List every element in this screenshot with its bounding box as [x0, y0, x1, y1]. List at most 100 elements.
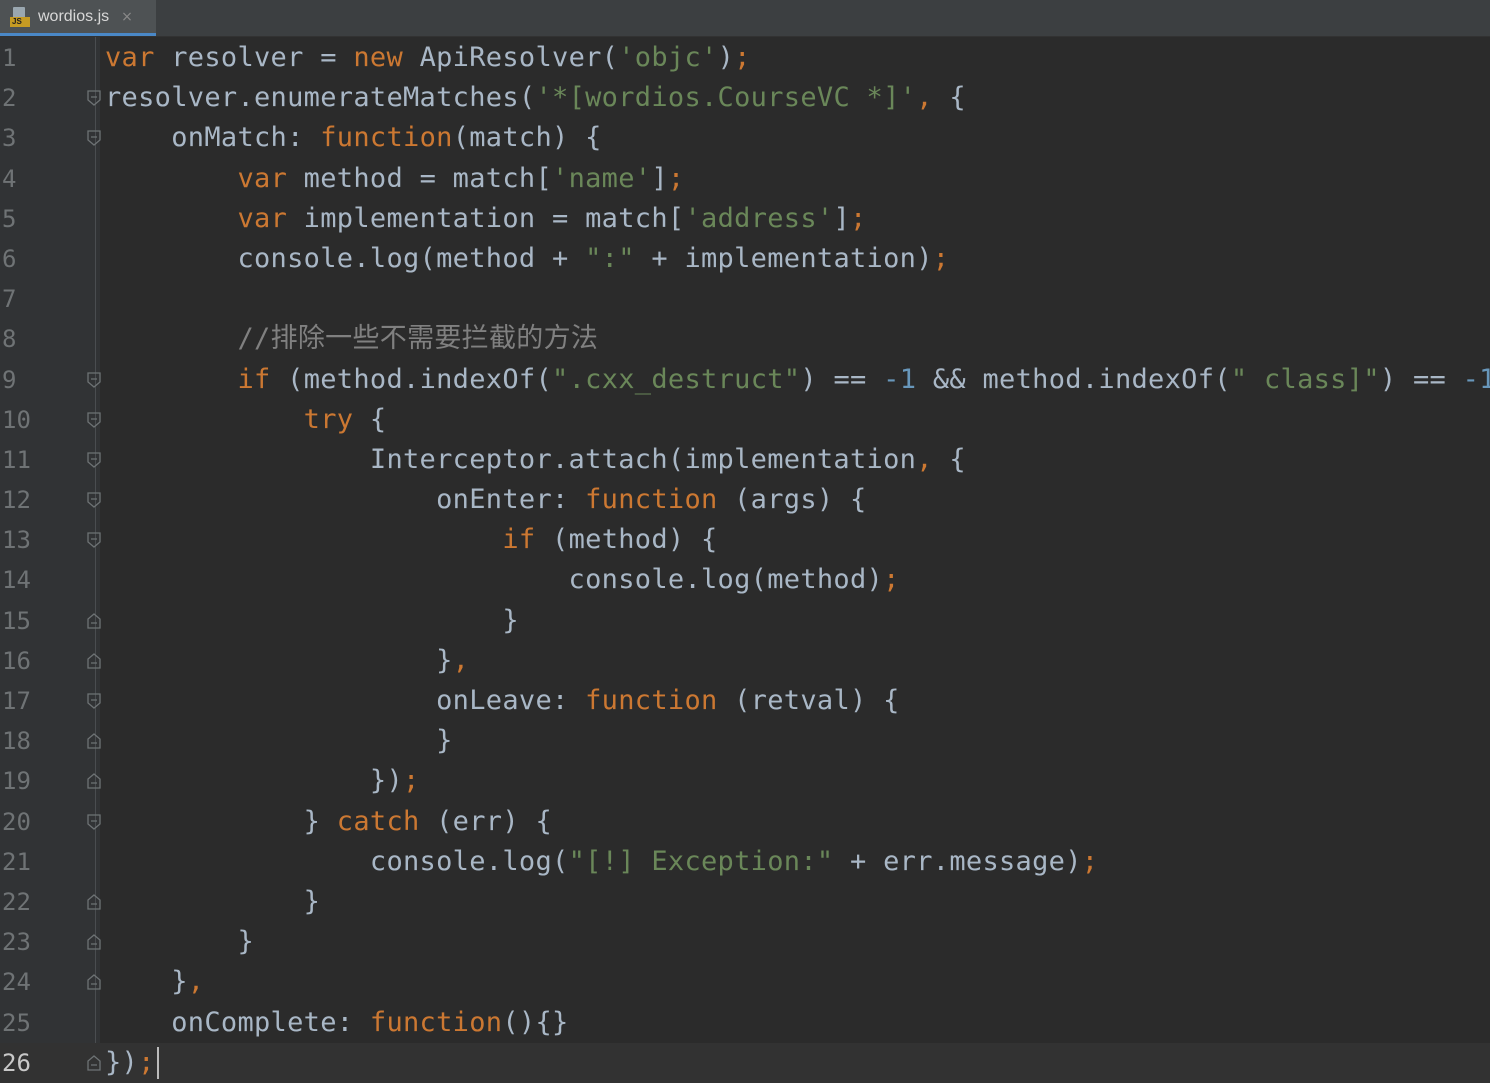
code-line[interactable]: 23 }: [0, 922, 1490, 962]
code-line[interactable]: 22 }: [0, 882, 1490, 922]
code-token: (match) {: [452, 122, 602, 154]
code-text: //排除一些不需要拦截的方法: [105, 319, 598, 359]
js-badge: JS: [10, 16, 30, 27]
editor-tab-bar: JS wordios.js ×: [0, 0, 1490, 37]
code-text: onEnter: function (args) {: [105, 480, 867, 520]
code-text: console.log(method);: [105, 560, 900, 600]
code-line[interactable]: 6 console.log(method + ":" + implementat…: [0, 239, 1490, 279]
code-line[interactable]: 5 var implementation = match['address'];: [0, 199, 1490, 239]
code-line[interactable]: 11 Interceptor.attach(implementation, {: [0, 440, 1490, 480]
code-line[interactable]: 17 onLeave: function (retval) {: [0, 681, 1490, 721]
code-line[interactable]: 8 //排除一些不需要拦截的方法: [0, 319, 1490, 359]
code-line[interactable]: 10 try {: [0, 400, 1490, 440]
code-line[interactable]: 20 } catch (err) {: [0, 802, 1490, 842]
fold-close-icon[interactable]: [87, 974, 101, 990]
code-token: (method) {: [535, 524, 718, 556]
code-token: {: [932, 82, 966, 114]
fold-close-icon[interactable]: [87, 612, 101, 629]
line-number: 17: [2, 687, 31, 715]
code-token: onComplete:: [105, 1006, 370, 1038]
code-text: console.log("[!] Exception:" + err.messa…: [105, 842, 1098, 882]
fold-open-icon[interactable]: [87, 492, 101, 508]
code-token: }: [105, 604, 519, 636]
code-token: if: [237, 363, 271, 395]
code-line[interactable]: 7: [0, 279, 1490, 319]
code-line[interactable]: 3 onMatch: function(match) {: [0, 118, 1490, 158]
code-text: Interceptor.attach(implementation, {: [105, 440, 966, 480]
code-token: ".cxx_destruct": [552, 363, 801, 395]
code-text: }: [105, 882, 320, 922]
fold-open-icon[interactable]: [87, 130, 101, 147]
code-line[interactable]: 9 if (method.indexOf(".cxx_destruct") ==…: [0, 360, 1490, 400]
code-line[interactable]: 15 }: [0, 601, 1490, 641]
fold-open-icon[interactable]: [87, 90, 101, 107]
javascript-file-icon: JS: [10, 6, 30, 27]
code-line[interactable]: 25 onComplete: function(){}: [0, 1003, 1490, 1043]
code-line[interactable]: 26});: [0, 1042, 1490, 1083]
fold-open-icon[interactable]: [87, 693, 101, 709]
code-text: onComplete: function(){}: [105, 1003, 569, 1043]
line-number: 10: [2, 405, 31, 434]
code-token: ;: [850, 202, 867, 234]
fold-open-icon[interactable]: [87, 532, 101, 549]
line-number: 2: [2, 84, 17, 113]
close-icon[interactable]: ×: [121, 9, 133, 25]
code-token: ]: [833, 202, 851, 234]
code-token: '*[wordios.CourseVC *]': [535, 82, 917, 114]
code-token: {: [353, 403, 387, 435]
code-line[interactable]: 13 if (method) {: [0, 520, 1490, 560]
code-line[interactable]: 21 console.log("[!] Exception:" + err.me…: [0, 842, 1490, 882]
code-token: new: [353, 42, 404, 73]
code-text: }: [105, 601, 519, 641]
fold-close-icon[interactable]: [87, 733, 101, 749]
code-token: resolver.enumerateMatches(: [105, 82, 536, 114]
code-line[interactable]: 19 });: [0, 761, 1490, 801]
fold-close-icon[interactable]: [87, 652, 101, 669]
code-token: }: [105, 966, 188, 998]
fold-open-icon[interactable]: [87, 412, 101, 428]
code-token: ,: [452, 644, 470, 676]
code-token: catch: [336, 805, 420, 837]
fold-open-icon[interactable]: [87, 452, 101, 468]
code-line[interactable]: 1 var resolver = new ApiResolver('objc');: [0, 38, 1490, 78]
code-token: && method.indexOf(: [916, 363, 1231, 395]
code-token: ,: [916, 82, 933, 114]
code-text: try {: [105, 400, 386, 440]
code-token: onEnter:: [105, 484, 586, 516]
code-line[interactable]: 14 console.log(method);: [0, 560, 1490, 600]
line-number: 8: [2, 325, 17, 354]
fold-close-icon[interactable]: [87, 934, 101, 950]
code-token: implementation = match[: [287, 202, 685, 234]
fold-close-icon[interactable]: [87, 773, 101, 790]
code-token: onLeave:: [105, 685, 586, 716]
code-token: ;: [734, 42, 751, 73]
code-token: (err) {: [419, 805, 553, 837]
code-token: }: [105, 644, 453, 676]
code-token: Interceptor.attach(implementation: [105, 443, 917, 475]
code-line[interactable]: 24 },: [0, 962, 1490, 1002]
fold-close-icon[interactable]: [87, 1054, 101, 1071]
fold-open-icon[interactable]: [87, 371, 101, 388]
line-number: 11: [2, 445, 31, 474]
code-line[interactable]: 18 }: [0, 721, 1490, 761]
line-number: 14: [2, 566, 31, 595]
code-line[interactable]: 4 var method = match['name'];: [0, 159, 1490, 199]
line-number: 25: [2, 1008, 31, 1037]
code-line[interactable]: 16 },: [0, 641, 1490, 681]
code-line[interactable]: 12 onEnter: function (args) {: [0, 480, 1490, 520]
code-line[interactable]: 2 resolver.enumerateMatches('*[wordios.Co…: [0, 78, 1490, 118]
fold-open-icon[interactable]: [87, 813, 101, 830]
code-token: console.log(method): [105, 564, 884, 596]
code-token: var: [105, 42, 155, 73]
code-token: function: [585, 685, 718, 716]
tab-wordios-js[interactable]: JS wordios.js ×: [0, 0, 156, 36]
code-token: 'address': [684, 202, 834, 234]
fold-close-icon[interactable]: [87, 894, 101, 910]
code-editor[interactable]: 1 var resolver = new ApiResolver('objc');…: [0, 38, 1490, 1083]
code-token: "[!] Exception:": [568, 845, 834, 877]
code-text: }: [105, 922, 254, 962]
